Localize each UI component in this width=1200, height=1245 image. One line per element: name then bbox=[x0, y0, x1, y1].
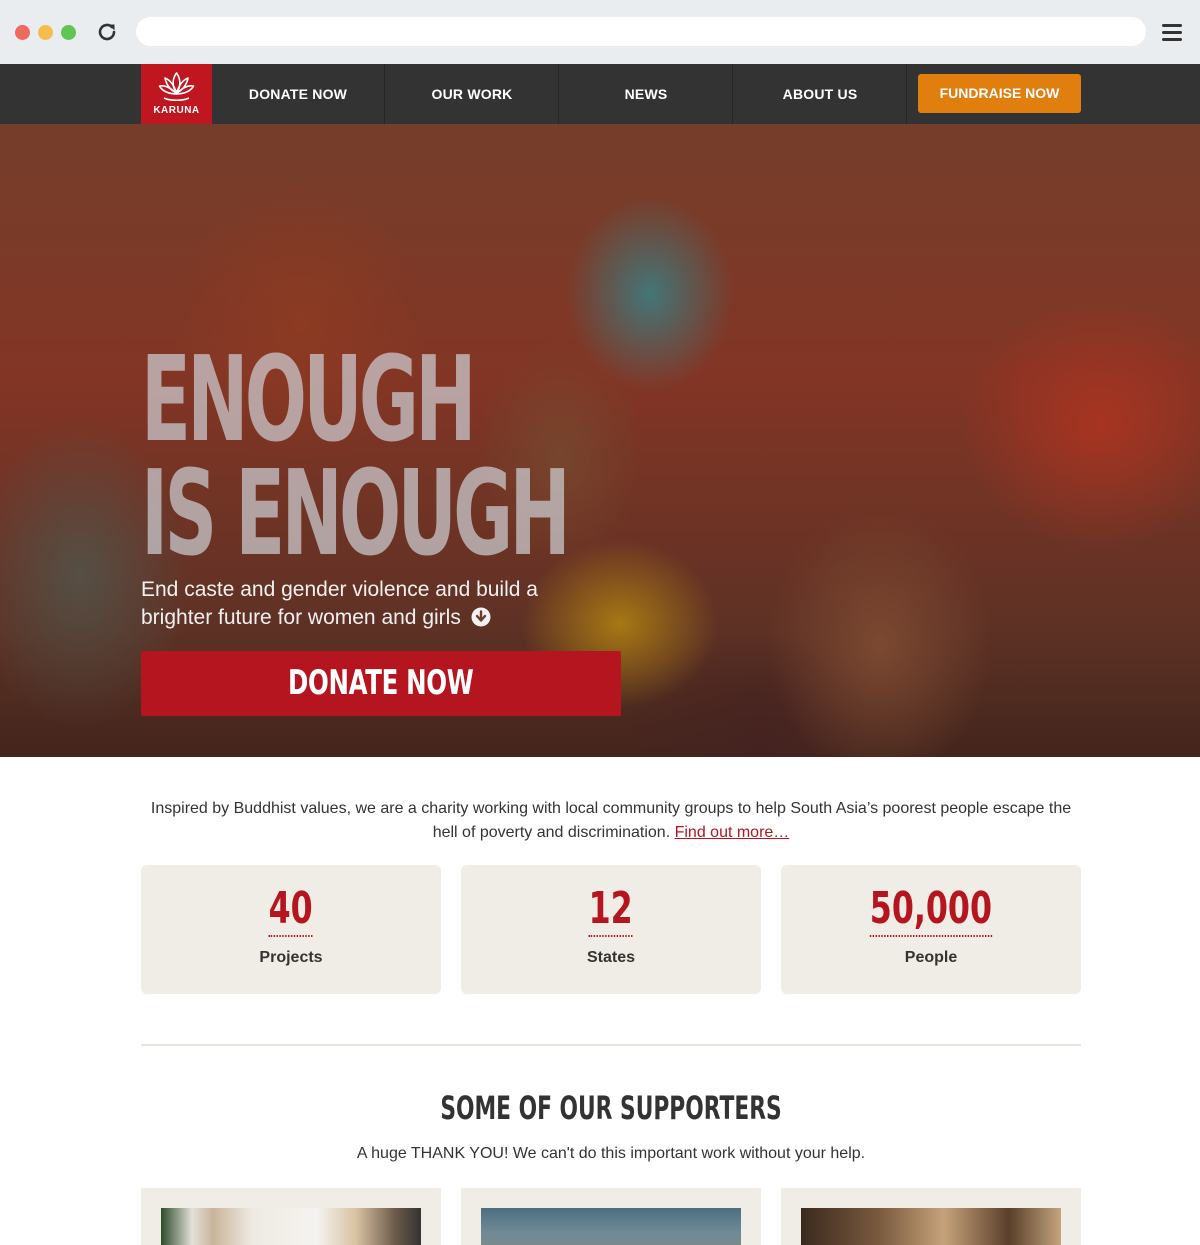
browser-toolbar bbox=[0, 0, 1200, 64]
hero-donate-button[interactable]: DONATE NOW bbox=[141, 651, 621, 716]
supporter-photo bbox=[161, 1208, 421, 1245]
minimize-window-button[interactable] bbox=[38, 25, 53, 40]
nav-our-work[interactable]: OUR WORK bbox=[386, 64, 559, 124]
intro-body: Inspired by Buddhist values, we are a ch… bbox=[150, 800, 1072, 841]
lotus-icon bbox=[158, 72, 195, 102]
supporters-subtitle: A huge THANK YOU! We can't do this impor… bbox=[356, 1145, 866, 1162]
hero-title: ENOUGH IS ENOUGH bbox=[141, 330, 571, 582]
find-out-more-link[interactable]: Find out more… bbox=[675, 824, 790, 841]
section-divider bbox=[141, 1044, 1081, 1046]
stat-number: 12 bbox=[588, 883, 634, 937]
stat-label: States bbox=[586, 949, 636, 966]
stat-card-states: 12 States bbox=[461, 865, 761, 994]
karuna-logo[interactable]: KARUNA bbox=[141, 64, 212, 124]
supporters-heading: SOME OF OUR SUPPORTERS bbox=[141, 1088, 1081, 1128]
supporter-card[interactable] bbox=[141, 1188, 441, 1245]
nav-donate-now[interactable]: DONATE NOW bbox=[212, 64, 385, 124]
hero-subtitle: End caste and gender violence and build … bbox=[141, 576, 611, 632]
stat-label: People bbox=[904, 949, 958, 966]
stat-card-projects: 40 Projects bbox=[141, 865, 441, 994]
fundraise-now-button[interactable]: FUNDRAISE NOW bbox=[918, 74, 1081, 113]
supporter-photo bbox=[481, 1208, 741, 1245]
logo-text: KARUNA bbox=[153, 105, 200, 116]
stat-number: 40 bbox=[268, 883, 314, 937]
supporter-card[interactable] bbox=[781, 1188, 1081, 1245]
arrow-down-circle-icon[interactable] bbox=[471, 607, 491, 627]
stat-label: Projects bbox=[259, 949, 323, 966]
close-window-button[interactable] bbox=[15, 25, 30, 40]
hero-donate-label: DONATE NOW bbox=[288, 663, 474, 703]
reload-icon[interactable] bbox=[95, 20, 119, 44]
hero-banner: ENOUGH IS ENOUGH End caste and gender vi… bbox=[0, 124, 1200, 757]
maximize-window-button[interactable] bbox=[61, 25, 76, 40]
hero-title-line-2: IS ENOUGH bbox=[141, 444, 571, 582]
nav-news[interactable]: NEWS bbox=[560, 64, 733, 124]
intro-text: Inspired by Buddhist values, we are a ch… bbox=[141, 797, 1081, 845]
address-bar[interactable] bbox=[136, 17, 1146, 46]
supporters-title: SOME OF OUR SUPPORTERS bbox=[440, 1089, 782, 1127]
stat-number: 50,000 bbox=[869, 883, 993, 937]
nav-about-us[interactable]: ABOUT US bbox=[734, 64, 907, 124]
browser-menu-icon[interactable] bbox=[1162, 24, 1182, 42]
supporter-card[interactable] bbox=[461, 1188, 761, 1245]
stat-card-people: 50,000 People bbox=[781, 865, 1081, 994]
site-nav: KARUNA DONATE NOW OUR WORK NEWS ABOUT US… bbox=[0, 64, 1200, 124]
supporter-photo bbox=[801, 1208, 1061, 1245]
hero-title-line-1: ENOUGH bbox=[141, 330, 476, 468]
